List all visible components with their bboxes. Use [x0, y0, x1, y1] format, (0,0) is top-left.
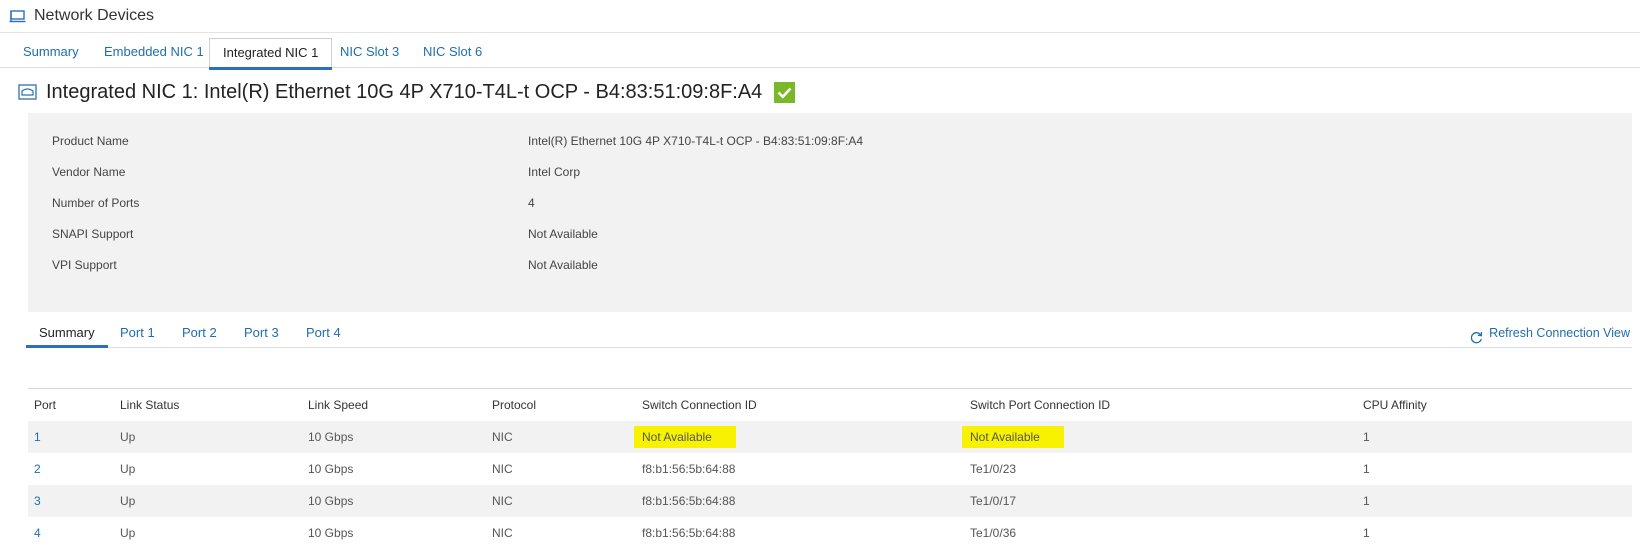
port-cell[interactable]: 2 — [28, 453, 120, 485]
tab-nic-slot-6[interactable]: NIC Slot 6 — [423, 38, 482, 66]
column-header-link-speed[interactable]: Link Speed — [308, 389, 492, 422]
highlighted-value: Not Available — [962, 426, 1064, 448]
switch-connection-id-cell: Not Available — [634, 421, 970, 453]
column-header-switch-port-connection-id[interactable]: Switch Port Connection ID — [970, 389, 1363, 422]
port-link[interactable]: 4 — [34, 526, 41, 540]
switch-connection-id-cell: f8:b1:56:5b:64:88 — [642, 526, 736, 540]
link-speed-cell: 10 Gbps — [308, 421, 492, 453]
detail-value: Intel(R) Ethernet 10G 4P X710-T4L-t OCP … — [528, 134, 864, 148]
subtab-summary[interactable]: Summary — [26, 320, 108, 348]
page-header: Network Devices — [0, 0, 1640, 33]
link-speed-cell: 10 Gbps — [308, 485, 492, 517]
switch-port-connection-id-cell: Te1/0/23 — [970, 462, 1017, 476]
detail-value: Not Available — [528, 227, 598, 241]
switch-port-connection-id-cell: Te1/0/17 — [970, 485, 1363, 517]
column-header-port[interactable]: Port — [28, 389, 120, 422]
port-link[interactable]: 1 — [34, 430, 41, 444]
table-row: 2 Up 10 Gbps NIC f8:b1:56:5b:64:88 Te1/0… — [28, 453, 1632, 485]
detail-label: Product Name — [52, 134, 129, 148]
detail-value: 4 — [528, 196, 535, 210]
link-speed-cell: 10 Gbps — [308, 462, 354, 476]
cpu-affinity-cell: 1 — [1363, 485, 1632, 517]
port-cell[interactable]: 1 — [28, 421, 120, 453]
cpu-affinity-cell: 1 — [1363, 462, 1370, 476]
port-cell[interactable]: 4 — [28, 517, 120, 549]
port-cell[interactable]: 3 — [28, 485, 120, 517]
nic-card-icon — [18, 84, 37, 100]
table-header-row: Port Link Status Link Speed Protocol Swi… — [28, 389, 1632, 422]
protocol-cell: NIC — [492, 421, 642, 453]
page-title: Network Devices — [34, 7, 155, 24]
detail-value: Not Available — [528, 258, 598, 272]
detail-label: Number of Ports — [52, 196, 140, 210]
port-tabs: Summary Port 1 Port 2 Port 3 Port 4 Refr… — [26, 320, 1632, 348]
detail-label: Vendor Name — [52, 165, 126, 179]
switch-port-connection-id-cell: Not Available — [962, 421, 1363, 453]
section-title: Integrated NIC 1: Intel(R) Ethernet 10G … — [18, 77, 796, 107]
link-speed-cell: 10 Gbps — [308, 526, 354, 540]
switch-connection-id-cell: f8:b1:56:5b:64:88 — [642, 462, 736, 476]
subtab-port-4[interactable]: Port 4 — [306, 320, 341, 346]
link-status-cell: Up — [120, 421, 308, 453]
subtab-port-2[interactable]: Port 2 — [182, 320, 217, 346]
column-header-protocol[interactable]: Protocol — [492, 389, 642, 422]
cpu-affinity-cell: 1 — [1363, 526, 1370, 540]
tab-nic-slot-3[interactable]: NIC Slot 3 — [340, 38, 399, 66]
table-row: 4 Up 10 Gbps NIC f8:b1:56:5b:64:88 Te1/0… — [28, 517, 1632, 549]
refresh-connection-view-button[interactable]: Refresh Connection View — [1470, 320, 1630, 346]
tab-integrated-nic-1[interactable]: Integrated NIC 1 — [209, 38, 333, 70]
ports-table: Port Link Status Link Speed Protocol Swi… — [28, 388, 1632, 549]
refresh-icon — [1470, 327, 1483, 343]
link-status-cell: Up — [120, 462, 136, 476]
highlighted-value: Not Available — [634, 426, 736, 448]
tab-embedded-nic-1[interactable]: Embedded NIC 1 — [104, 38, 204, 66]
subtab-port-3[interactable]: Port 3 — [244, 320, 279, 346]
refresh-label: Refresh Connection View — [1489, 326, 1630, 340]
detail-label: SNAPI Support — [52, 227, 134, 241]
details-panel: Product Name Intel(R) Ethernet 10G 4P X7… — [28, 113, 1632, 312]
link-status-cell: Up — [120, 526, 136, 540]
switch-connection-id-cell: f8:b1:56:5b:64:88 — [642, 485, 970, 517]
cpu-affinity-cell: 1 — [1363, 421, 1632, 453]
port-link[interactable]: 3 — [34, 494, 41, 508]
check-ok-icon — [774, 81, 796, 103]
nic-title: Integrated NIC 1: Intel(R) Ethernet 10G … — [46, 80, 763, 103]
tab-summary[interactable]: Summary — [23, 38, 79, 66]
detail-label: VPI Support — [52, 258, 117, 272]
switch-port-connection-id-cell: Te1/0/36 — [970, 526, 1017, 540]
detail-value: Intel Corp — [528, 165, 581, 179]
subtab-port-1[interactable]: Port 1 — [120, 320, 155, 346]
network-devices-icon — [9, 9, 26, 23]
table-row: 1 Up 10 Gbps NIC Not Available Not Avail… — [28, 421, 1632, 453]
table-row: 3 Up 10 Gbps NIC f8:b1:56:5b:64:88 Te1/0… — [28, 485, 1632, 517]
protocol-cell: NIC — [492, 462, 513, 476]
protocol-cell: NIC — [492, 526, 513, 540]
column-header-link-status[interactable]: Link Status — [120, 389, 308, 422]
protocol-cell: NIC — [492, 485, 642, 517]
link-status-cell: Up — [120, 485, 308, 517]
port-link[interactable]: 2 — [34, 462, 41, 476]
column-header-switch-connection-id[interactable]: Switch Connection ID — [642, 389, 970, 422]
column-header-cpu-affinity[interactable]: CPU Affinity — [1363, 389, 1632, 422]
device-tabs: Summary Embedded NIC 1 Integrated NIC 1 … — [0, 38, 1640, 70]
